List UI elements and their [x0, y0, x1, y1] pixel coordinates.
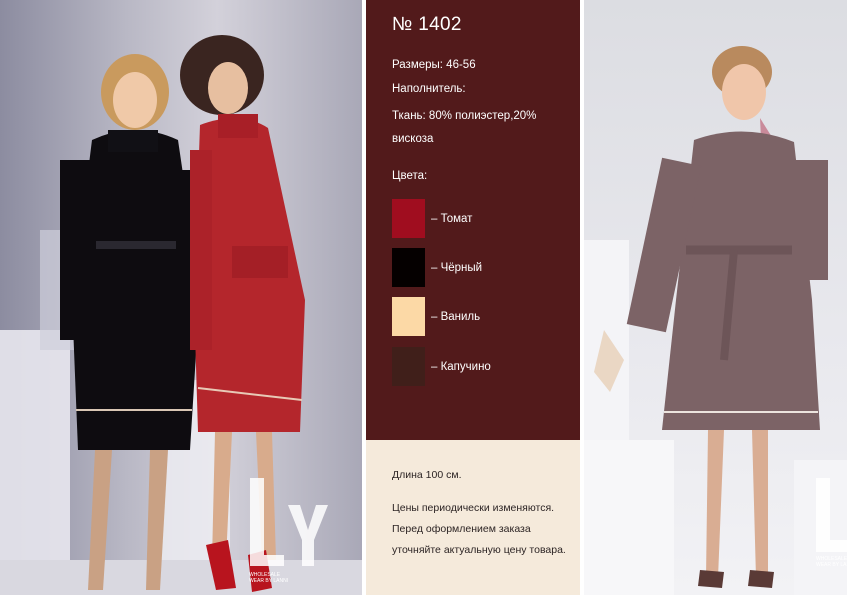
watermark-text-left: WHOLESALE WEAR BY LANNI [249, 572, 289, 584]
color-label-tomato: – Томат [431, 212, 473, 225]
color-label-vanilla: – Ваниль [431, 310, 481, 323]
color-option-black: – Чёрный [392, 248, 482, 287]
product-sizes: Размеры: 46-56 [392, 59, 476, 71]
watermark-text-right: WHOLESALE WEAR BY LANNI [816, 556, 847, 568]
color-swatch-tomato [392, 199, 425, 238]
color-option-cappuccino: – Капучино [392, 347, 491, 386]
color-option-vanilla: – Ваниль [392, 297, 480, 336]
color-label-cappuccino: – Капучино [431, 360, 491, 373]
color-swatch-cappuccino [392, 347, 425, 386]
product-info-panel: № 1402 Размеры: 46-56 Наполнитель: Ткань… [366, 0, 580, 440]
product-number: № 1402 [392, 14, 462, 35]
color-swatch-vanilla [392, 297, 425, 336]
price-note-line: уточняйте актуальную цену товара. [392, 544, 566, 556]
product-notes-panel: Длина 100 см. Цены периодически изменяют… [366, 440, 580, 595]
product-length: Длина 100 см. [392, 469, 462, 481]
color-option-tomato: – Томат [392, 199, 472, 238]
price-note-line: Цены периодически изменяются. [392, 502, 555, 514]
colors-heading: Цвета: [392, 170, 428, 182]
photo-cappuccino-model: WHOLESALE WEAR BY LANNI [584, 0, 847, 595]
product-fabric: Ткань: 80% полиэстер,20% вискоза [392, 110, 537, 145]
catalog-page: WHOLESALE WEAR BY LANNI № 1402 Размеры: … [0, 0, 847, 595]
photo-two-models: WHOLESALE WEAR BY LANNI [0, 0, 362, 595]
price-note-line: Перед оформлением заказа [392, 523, 531, 535]
color-swatch-black [392, 248, 425, 287]
color-label-black: – Чёрный [431, 261, 483, 274]
models-illustration [0, 35, 362, 595]
price-note: Цены периодически изменяются. Перед офор… [392, 498, 577, 561]
model-illustration [584, 46, 847, 595]
product-filler: Наполнитель: [392, 83, 466, 95]
